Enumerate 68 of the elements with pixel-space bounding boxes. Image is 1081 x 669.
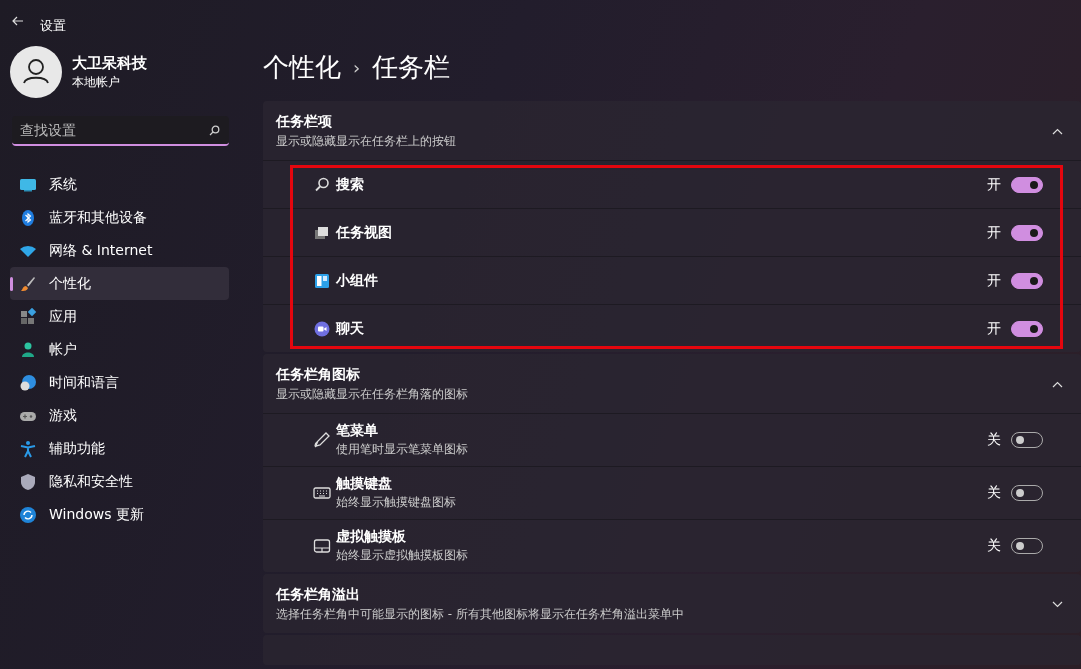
accessibility-icon (19, 439, 37, 458)
chevron-up-icon (1052, 381, 1063, 388)
nav-item[interactable]: 辅助功能 (10, 432, 229, 465)
widgets-icon (313, 271, 331, 290)
nav-item[interactable]: 蓝牙和其他设备 (10, 201, 229, 234)
bluetooth-icon (19, 208, 37, 227)
person-icon (19, 340, 37, 359)
toggle-switch[interactable] (1011, 320, 1043, 337)
setting-label: 搜索 (336, 175, 365, 194)
nav-item[interactable]: 隐私和安全性 (10, 465, 229, 498)
nav-item[interactable]: 游戏 (10, 399, 229, 432)
section-header[interactable]: 任务栏角溢出 选择任务栏角中可能显示的图标 - 所有其他图标将显示在任务栏角溢出菜单中 (263, 574, 1081, 633)
section-description: 选择任务栏角中可能显示的图标 - 所有其他图标将显示在任务栏角溢出菜单中 (276, 606, 684, 623)
breadcrumb[interactable]: 个性化 (263, 49, 341, 85)
window-title: 设置 (40, 17, 66, 35)
section-title: 任务栏项 (276, 113, 333, 131)
avatar-icon (10, 46, 62, 98)
search-icon (313, 175, 331, 194)
toggle-switch[interactable] (1011, 224, 1043, 241)
nav-item[interactable]: 应用 (10, 300, 229, 333)
setting-label: 小组件 (336, 271, 379, 290)
setting-label: 触摸键盘 (336, 475, 393, 493)
keyboard-icon (313, 484, 331, 502)
toggle-switch[interactable] (1011, 176, 1043, 193)
chat-icon (313, 319, 331, 338)
setting-description: 始终显示虚拟触摸板图标 (336, 547, 469, 564)
toggle-state: 关 (987, 431, 1001, 449)
nav-item[interactable]: 帐户 (10, 333, 229, 366)
toggle-state: 开 (987, 271, 1001, 290)
search-field[interactable]: 查找设置 (12, 116, 229, 146)
toggle-state: 开 (987, 223, 1001, 242)
breadcrumb-separator: › (353, 56, 361, 78)
nav-item[interactable]: 网络 & Internet (10, 234, 229, 267)
section-description: 显示或隐藏显示在任务栏上的按钮 (276, 133, 456, 150)
setting-label: 任务视图 (336, 223, 393, 242)
setting-label: 聊天 (336, 319, 365, 338)
search-icon (209, 125, 220, 136)
toggle-switch[interactable] (1011, 272, 1043, 289)
setting-label: 虚拟触摸板 (336, 528, 407, 546)
nav-item[interactable]: 系统 (10, 168, 229, 201)
update-icon (19, 505, 37, 524)
setting-description: 始终显示触摸键盘图标 (336, 494, 457, 511)
account-type: 本地帐户 (72, 73, 121, 91)
pen-icon (313, 431, 331, 449)
touchpad-icon (313, 537, 331, 555)
setting-label: 笔菜单 (336, 422, 379, 440)
section-description: 显示或隐藏显示在任务栏角落的图标 (276, 386, 468, 403)
chevron-up-icon (1052, 128, 1063, 135)
chevron-down-icon (1052, 601, 1063, 608)
section-title: 任务栏角溢出 (276, 586, 361, 604)
shield-icon (19, 472, 37, 491)
account-name: 大卫呆科技 (72, 53, 147, 73)
nav-item[interactable]: 时间和语言 (10, 366, 229, 399)
brush-icon (19, 274, 37, 293)
toggle-state: 关 (987, 484, 1001, 502)
breadcrumb: 任务栏 (372, 50, 451, 84)
toggle-state: 开 (987, 319, 1001, 338)
section-title: 任务栏角图标 (276, 366, 361, 384)
nav-item[interactable]: 个性化 (10, 267, 229, 300)
nav-item[interactable]: Windows 更新 (10, 498, 229, 531)
toggle-state: 关 (987, 537, 1001, 555)
section-header[interactable]: 任务栏角图标 显示或隐藏显示在任务栏角落的图标 (263, 354, 1081, 413)
globe-clock-icon (19, 373, 37, 392)
section-header[interactable]: 任务栏项 显示或隐藏显示在任务栏上的按钮 (263, 101, 1081, 160)
apps-icon (19, 307, 37, 326)
setting-description: 使用笔时显示笔菜单图标 (336, 441, 469, 458)
toggle-state: 开 (987, 175, 1001, 194)
back-icon[interactable] (12, 16, 24, 26)
